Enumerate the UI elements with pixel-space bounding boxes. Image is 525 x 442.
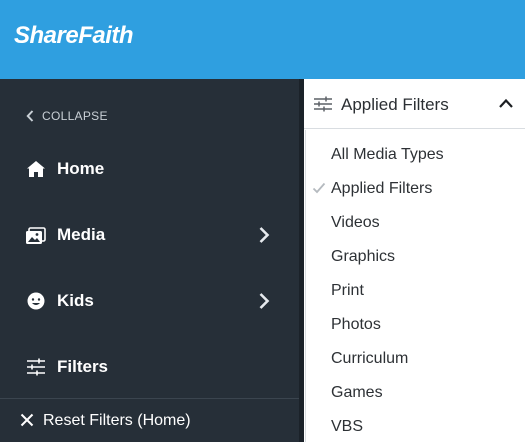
option-photos[interactable]: Photos bbox=[306, 308, 525, 342]
applied-filters-toggle[interactable]: Applied Filters bbox=[304, 79, 525, 129]
media-type-dropdown: All Media Types Applied Filters Videos G… bbox=[305, 130, 525, 442]
option-label: Videos bbox=[331, 214, 380, 231]
filters-icon bbox=[314, 96, 332, 112]
option-videos[interactable]: Videos bbox=[306, 206, 525, 240]
check-icon bbox=[312, 182, 326, 194]
sidebar-divider bbox=[299, 79, 304, 442]
sidebar-item-label: Home bbox=[57, 159, 105, 178]
home-icon bbox=[25, 158, 47, 180]
collapse-button[interactable]: COLLAPSE bbox=[26, 108, 108, 124]
option-label: VBS bbox=[331, 418, 364, 435]
close-icon bbox=[20, 413, 34, 427]
option-print[interactable]: Print bbox=[306, 274, 525, 308]
sidebar-item-label: Filters bbox=[57, 357, 109, 376]
sidebar-item-label: Kids bbox=[57, 291, 94, 310]
option-curriculum[interactable]: Curriculum bbox=[306, 342, 525, 376]
collapse-label: COLLAPSE bbox=[42, 109, 108, 123]
applied-filters-label: Applied Filters bbox=[341, 95, 449, 114]
option-applied-filters[interactable]: Applied Filters bbox=[306, 172, 525, 206]
option-games[interactable]: Games bbox=[306, 376, 525, 410]
sidebar-item-label: Media bbox=[57, 225, 106, 244]
option-label: Photos bbox=[331, 316, 381, 333]
option-vbs[interactable]: VBS bbox=[306, 410, 525, 442]
media-icon bbox=[25, 224, 47, 246]
option-graphics[interactable]: Graphics bbox=[306, 240, 525, 274]
sidebar-item-media[interactable]: Media bbox=[0, 210, 299, 260]
option-label: Graphics bbox=[331, 248, 396, 265]
sidebar-item-home[interactable]: Home bbox=[0, 144, 299, 194]
chevron-right-icon bbox=[258, 291, 274, 311]
chevron-left-icon bbox=[26, 110, 34, 122]
reset-filters-label: Reset Filters (Home) bbox=[43, 411, 191, 429]
option-label: Applied Filters bbox=[331, 180, 433, 197]
sharefaith-logo[interactable]: ShareFaith bbox=[14, 22, 134, 50]
chevron-up-icon bbox=[499, 98, 513, 108]
kids-icon bbox=[25, 290, 47, 312]
sidebar-item-filters[interactable]: Filters bbox=[0, 342, 299, 392]
option-label: All Media Types bbox=[331, 146, 444, 163]
top-header: ShareFaith bbox=[0, 0, 525, 79]
option-label: Curriculum bbox=[331, 350, 409, 367]
reset-filters-button[interactable]: Reset Filters (Home) bbox=[0, 398, 299, 442]
option-label: Games bbox=[331, 384, 383, 401]
option-all-media-types[interactable]: All Media Types bbox=[306, 138, 525, 172]
sidebar-item-kids[interactable]: Kids bbox=[0, 276, 299, 326]
filters-icon bbox=[25, 356, 47, 378]
chevron-right-icon bbox=[258, 225, 274, 245]
option-label: Print bbox=[331, 282, 364, 299]
